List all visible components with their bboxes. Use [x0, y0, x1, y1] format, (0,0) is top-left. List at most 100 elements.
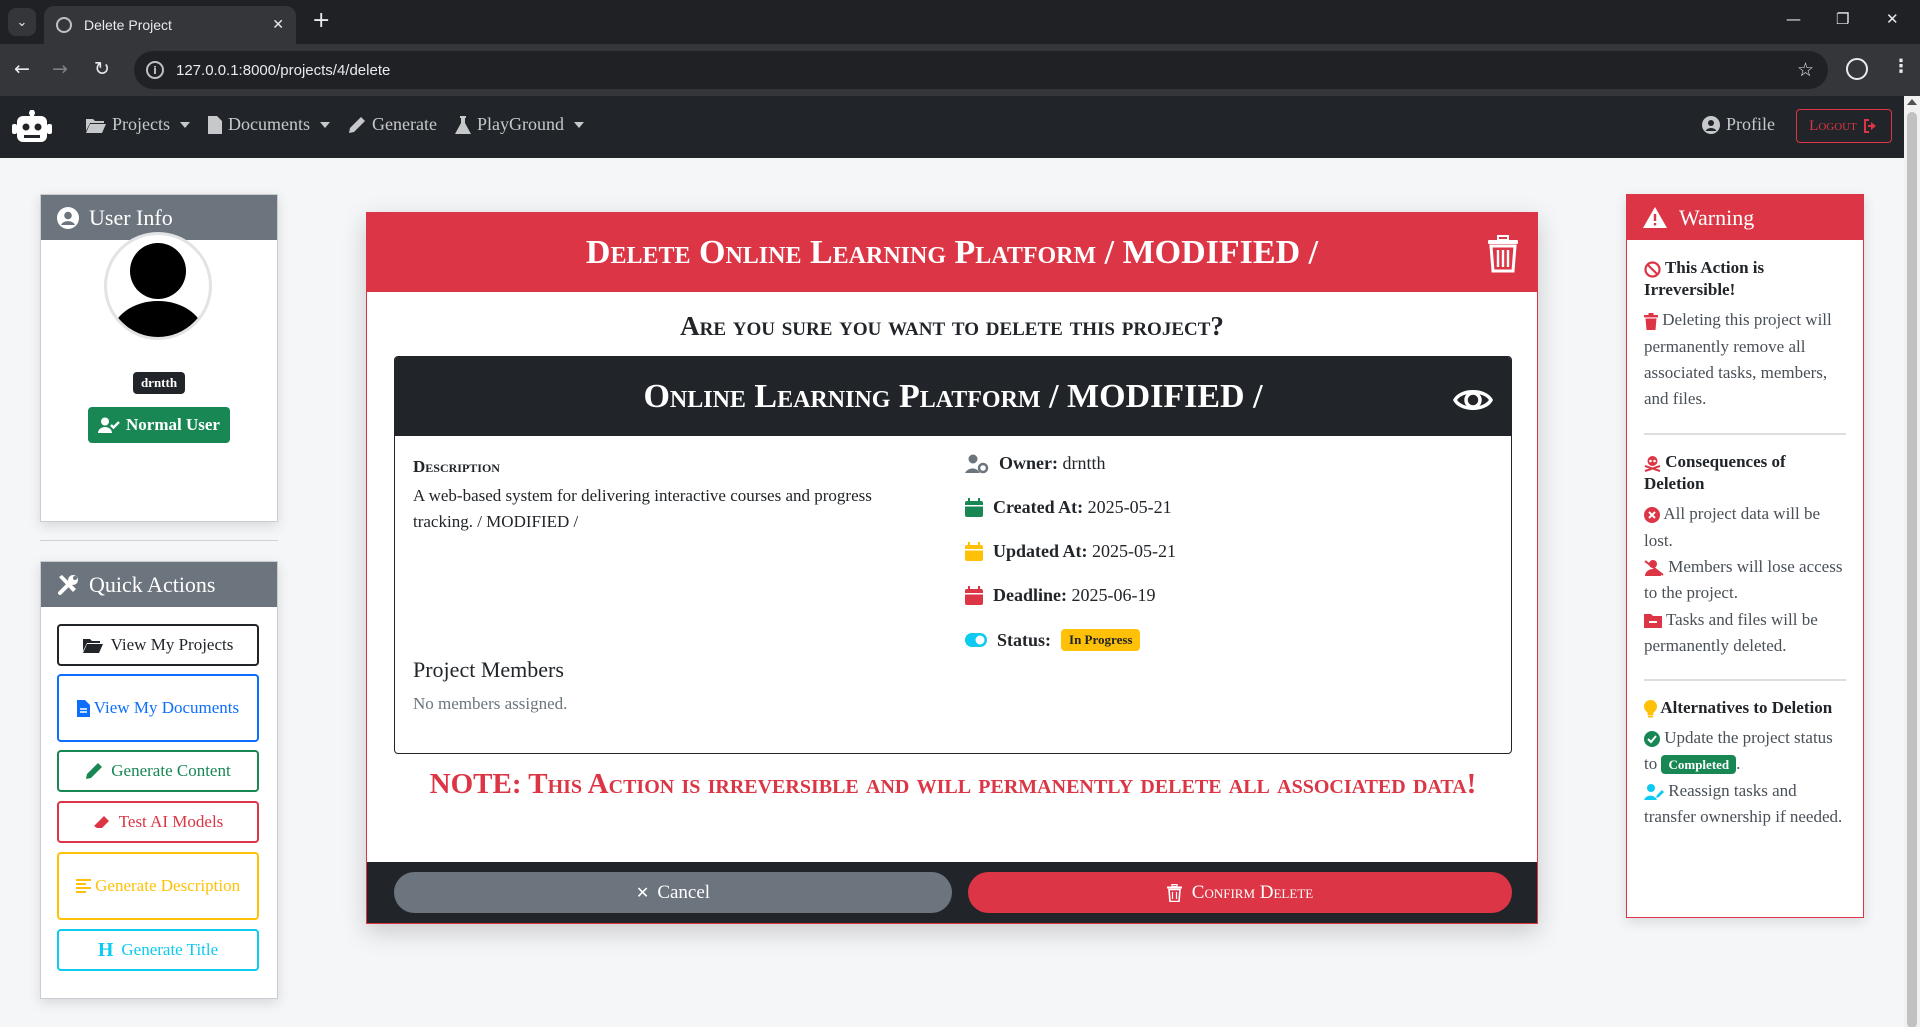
irreversible-heading: This Action is Irreversible! — [1644, 257, 1846, 301]
user-gear-icon — [965, 454, 989, 473]
description-heading: Description — [413, 457, 500, 476]
trash-icon — [1487, 233, 1519, 273]
consequence-item-2: Members will lose access to the project. — [1644, 554, 1846, 607]
confirm-delete-button[interactable]: Confirm Delete — [968, 872, 1512, 913]
browser-tab-active[interactable]: Delete Project ✕ — [44, 6, 296, 44]
owner-row: Owner: drntth — [965, 453, 1105, 474]
nav-projects-label: Projects — [112, 114, 170, 134]
reload-icon[interactable]: ↻ — [94, 58, 110, 80]
owner-label: Owner: — [999, 453, 1058, 473]
app-navbar: Projects Documents Generate PlayGround P… — [0, 96, 1904, 158]
address-bar[interactable]: i 127.0.0.1:8000/projects/4/delete ☆ — [134, 51, 1828, 89]
warning-divider — [1644, 679, 1846, 681]
tab-search-button[interactable]: ⌄ — [8, 8, 36, 36]
bookmark-star-icon[interactable]: ☆ — [1797, 59, 1814, 81]
status-badge: In Progress — [1061, 629, 1141, 651]
project-name: Online Learning Platform / MODIFIED / — [643, 377, 1263, 415]
created-value: 2025-05-21 — [1087, 497, 1172, 517]
deadline-row: Deadline: 2025-06-19 — [965, 585, 1156, 606]
test-ai-models-label: Test AI Models — [118, 811, 224, 831]
site-info-icon[interactable]: i — [146, 61, 164, 79]
role-label: Normal User — [126, 415, 220, 434]
modal-footer: ✕ Cancel Confirm Delete — [367, 862, 1537, 923]
alternative-item-2: Reassign tasks and transfer ownership if… — [1644, 778, 1846, 831]
sign-out-icon — [1863, 119, 1876, 133]
nav-playground[interactable]: PlayGround — [455, 114, 584, 135]
calendar-icon — [965, 586, 983, 605]
robot-logo-icon[interactable] — [12, 110, 52, 144]
view-my-documents-button[interactable]: View My Documents — [57, 674, 259, 742]
warning-divider — [1644, 433, 1846, 435]
browser-menu-icon[interactable]: ⋮ — [1892, 56, 1910, 77]
window-close-icon[interactable]: ✕ — [1886, 10, 1899, 28]
description-text: A web-based system for delivering intera… — [413, 486, 872, 532]
updated-value: 2025-05-21 — [1092, 541, 1177, 561]
pencil-icon — [349, 116, 365, 133]
generate-title-label: Generate Title — [121, 939, 219, 959]
cancel-label: Cancel — [657, 881, 711, 903]
view-my-projects-button[interactable]: View My Projects — [57, 624, 259, 666]
flask-icon — [455, 115, 471, 134]
logout-button[interactable]: Logout — [1796, 109, 1892, 143]
consequence-item-2-text: Members will lose access to the project. — [1644, 556, 1843, 603]
lightbulb-icon — [1644, 700, 1657, 718]
alternative-item-2-text: Reassign tasks and transfer ownership if… — [1644, 780, 1843, 827]
minimize-icon[interactable]: — — [1786, 10, 1801, 28]
test-ai-models-button[interactable]: Test AI Models — [57, 801, 259, 843]
nav-documents[interactable]: Documents — [208, 114, 330, 135]
completed-badge: Completed — [1661, 755, 1737, 775]
user-slash-icon — [1644, 559, 1664, 576]
new-tab-button[interactable]: + — [312, 8, 330, 33]
forward-icon[interactable]: → — [52, 58, 68, 80]
circle-x-icon — [1644, 507, 1660, 524]
sidebar-divider — [40, 540, 278, 541]
alternative-item-1: Update the project status to Completed. — [1644, 725, 1846, 778]
delete-title: Delete Online Learning Platform / MODIFI… — [585, 233, 1319, 271]
alternatives-heading-text: Alternatives to Deletion — [1660, 698, 1833, 717]
status-row: Status: In Progress — [965, 629, 1141, 651]
restore-icon[interactable]: ❐ — [1836, 10, 1849, 28]
nav-generate[interactable]: Generate — [348, 114, 437, 135]
logout-label: Logout — [1809, 117, 1857, 134]
generate-description-label: Generate Description — [75, 874, 241, 899]
warning-card: Warning This Action is Irreversible! Del… — [1626, 194, 1864, 918]
browser-toolbar: ← → ↻ i 127.0.0.1:8000/projects/4/delete… — [0, 44, 1920, 96]
url-text: 127.0.0.1:8000/projects/4/delete — [176, 61, 391, 79]
globe-icon — [56, 17, 72, 33]
irreversible-heading-text: This Action is Irreversible! — [1644, 258, 1765, 300]
delete-header: Delete Online Learning Platform / MODIFI… — [367, 213, 1537, 292]
quick-actions-header: Quick Actions — [41, 562, 277, 607]
generate-title-button[interactable]: H Generate Title — [57, 929, 259, 971]
align-left-icon — [75, 879, 91, 894]
chevron-down-icon — [319, 121, 330, 128]
nav-projects[interactable]: Projects — [86, 114, 190, 135]
close-tab-icon[interactable]: ✕ — [272, 17, 284, 33]
tab-title: Delete Project — [84, 17, 172, 33]
updated-row: Updated At: 2025-05-21 — [965, 541, 1176, 562]
user-info-card: User Info drntth Normal User — [40, 194, 278, 522]
nav-profile[interactable]: Profile — [1702, 114, 1775, 135]
generate-description-text: Generate Description — [95, 875, 241, 895]
document-icon — [208, 115, 222, 134]
scroll-up-arrow-icon[interactable] — [1907, 99, 1917, 105]
cancel-button[interactable]: ✕ Cancel — [394, 872, 952, 913]
confirm-question: Are you sure you want to delete this pro… — [680, 311, 1224, 341]
nav-documents-label: Documents — [228, 114, 310, 134]
consequences-heading: Consequences of Deletion — [1644, 451, 1846, 495]
members-empty-text: No members assigned. — [413, 694, 568, 713]
nav-profile-label: Profile — [1726, 114, 1775, 134]
alternatives-heading: Alternatives to Deletion — [1644, 697, 1846, 719]
calendar-icon — [965, 498, 983, 517]
user-check-icon — [98, 417, 120, 433]
profile-account-icon[interactable] — [1846, 58, 1868, 80]
scrollbar-thumb[interactable] — [1907, 112, 1917, 1027]
tools-icon — [58, 574, 78, 595]
role-badge-button[interactable]: Normal User — [88, 407, 230, 443]
back-icon[interactable]: ← — [14, 58, 30, 80]
generate-description-button[interactable]: Generate Description — [57, 852, 259, 920]
alternative-item-1-end: . — [1736, 754, 1741, 774]
user-circle-icon — [1702, 115, 1720, 134]
eye-icon[interactable] — [1453, 379, 1493, 417]
avatar — [104, 232, 212, 340]
generate-content-button[interactable]: Generate Content — [57, 750, 259, 792]
